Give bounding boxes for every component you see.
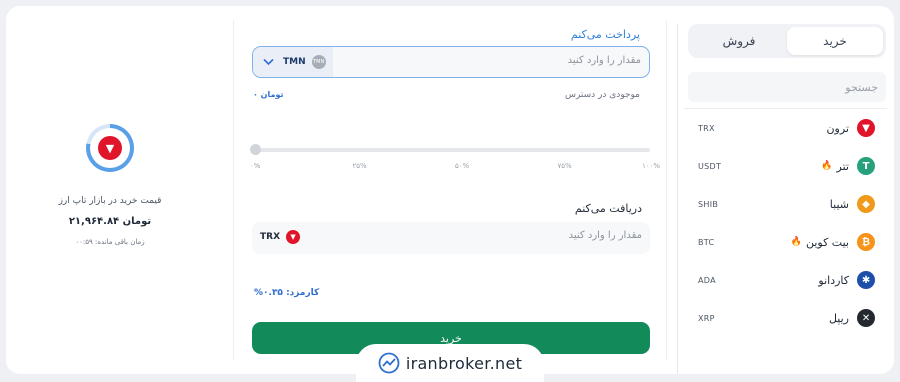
slider-handle[interactable]	[250, 144, 261, 155]
pay-label: پرداخت می‌کنم	[570, 28, 640, 41]
coin-symbol: BTC	[698, 237, 715, 247]
trade-tabs: خرید فروش	[688, 24, 886, 58]
tab-buy[interactable]: خرید	[787, 27, 883, 55]
coin-row-ada[interactable]: ✱ کاردانو ADA	[684, 261, 887, 299]
slider-tick: ۱۰۰%	[642, 162, 660, 170]
available-value: ۰ تومان	[253, 90, 284, 99]
price-timer: زمان باقی مانده: ۰۰:۵۹	[75, 238, 145, 246]
trade-form: پرداخت می‌کنم مقدار را وارد کنید TMN TMN…	[233, 20, 667, 360]
tether-icon: T	[857, 157, 875, 175]
available-label: موجودی در دسترس	[564, 90, 640, 100]
coin-name: بیت کوین	[805, 235, 849, 249]
receive-amount-field[interactable]: مقدار را وارد کنید TRX ▼	[252, 222, 650, 254]
price-panel: ▼ قیمت خرید در بازار تاپ ارز ۲۱,۹۶۴.۸۴ ت…	[6, 6, 226, 374]
fee-text: کارمزد: ۰.۳۵%	[254, 288, 320, 298]
toman-icon: TMN	[311, 55, 326, 69]
pay-currency-label: TMN	[283, 57, 306, 67]
receive-amount-placeholder: مقدار را وارد کنید	[568, 230, 642, 241]
coin-row-shib[interactable]: ◆ شیبا SHIB	[684, 185, 887, 223]
coin-panel: خرید فروش ▼ترونTRXTتتر🔥USDT◆شیباSHIB₿بیت…	[677, 24, 887, 374]
countdown-ring: ▼	[86, 124, 134, 172]
slider-tick: ۵۰%	[455, 162, 470, 170]
coin-row-xrp[interactable]: ✕ ریپل XRP	[684, 299, 887, 337]
slider-ticks: ۰% ۲۵% ۵۰% ۷۵% ۱۰۰%	[250, 162, 660, 174]
coin-row-btc[interactable]: ₿ بیت کوین 🔥 BTC	[684, 223, 887, 261]
cardano-icon: ✱	[857, 271, 875, 289]
coin-name: کاردانو	[818, 273, 849, 287]
slider-tick: ۰%	[250, 162, 261, 170]
price-title: قیمت خرید در بازار تاپ ارز	[58, 196, 162, 206]
coin-name: ترون	[826, 121, 849, 135]
watermark-text: iranbroker.net	[405, 353, 523, 373]
chevron-down-icon	[263, 56, 277, 69]
watermark: iranbroker.net	[356, 344, 544, 382]
receive-currency: TRX ▼	[260, 230, 301, 244]
coin-symbol: ADA	[698, 275, 716, 285]
tab-sell[interactable]: فروش	[691, 27, 787, 55]
ripple-icon: ✕	[857, 309, 875, 327]
coin-name: تتر	[836, 159, 849, 173]
bitcoin-icon: ₿	[857, 233, 875, 251]
coin-row-trx[interactable]: ▼ ترون TRX	[684, 109, 887, 147]
tron-icon: ▼	[286, 230, 301, 244]
search-input[interactable]	[688, 72, 886, 102]
exchange-card: خرید فروش ▼ترونTRXTتتر🔥USDT◆شیباSHIB₿بیت…	[6, 6, 894, 374]
shiba-icon: ◆	[857, 195, 875, 213]
pay-amount-placeholder: مقدار را وارد کنید	[567, 55, 641, 66]
amount-slider[interactable]	[250, 144, 650, 155]
fire-icon: 🔥	[821, 161, 833, 171]
slider-tick: ۷۵%	[557, 162, 572, 170]
fire-icon: 🔥	[790, 237, 802, 247]
coin-list: ▼ ترون TRX T تتر 🔥 USDT ◆ شیبا SHIB ₿ بیت کوین 🔥 BTC ✱…	[684, 108, 887, 337]
coin-name: ریپل	[828, 311, 849, 325]
coin-symbol: USDT	[698, 161, 722, 171]
pay-amount-field[interactable]: مقدار را وارد کنید TMN TMN	[252, 46, 650, 78]
coin-name: شیبا	[829, 197, 849, 211]
receive-label: دریافت می‌کنم	[574, 202, 642, 215]
tron-icon: ▼	[98, 136, 122, 160]
tron-icon: ▼	[857, 119, 875, 137]
coin-symbol: TRX	[698, 123, 715, 133]
coin-symbol: SHIB	[698, 199, 719, 209]
price-value: ۲۱,۹۶۴.۸۴ تومان	[68, 216, 152, 227]
coin-symbol: XRP	[698, 313, 715, 323]
coin-row-usdt[interactable]: T تتر 🔥 USDT	[684, 147, 887, 185]
slider-tick: ۲۵%	[352, 162, 367, 170]
pay-currency-select[interactable]: TMN TMN	[253, 47, 333, 77]
chart-logo-icon	[378, 352, 400, 374]
receive-currency-label: TRX	[260, 232, 281, 242]
